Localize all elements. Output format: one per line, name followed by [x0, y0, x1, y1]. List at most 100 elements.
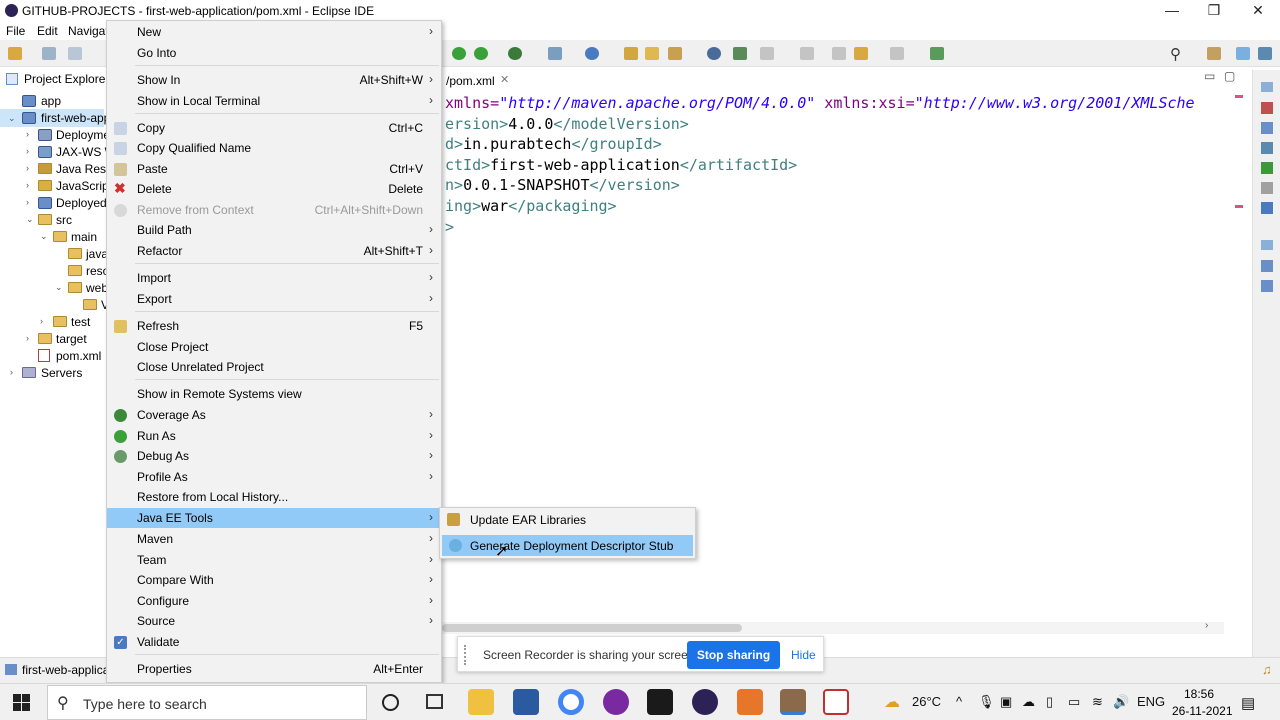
new-icon[interactable]: [8, 47, 22, 60]
tree-item-main[interactable]: main: [71, 230, 97, 244]
battery-icon[interactable]: ▭: [1068, 694, 1080, 710]
tor-browser-icon[interactable]: [603, 689, 629, 715]
menu-item-properties[interactable]: Properties Alt+Enter: [107, 659, 441, 679]
menu-item-copy-qualified-name[interactable]: Copy Qualified Name: [107, 138, 441, 158]
expand-chevron-icon[interactable]: ⌄: [55, 282, 63, 293]
menu-item-restore-local-history[interactable]: Restore from Local History...: [107, 487, 441, 507]
task-list-icon[interactable]: [1261, 260, 1273, 272]
debug-perspective-icon[interactable]: [1258, 47, 1272, 60]
menu-item-configure[interactable]: Configure ›: [107, 591, 441, 611]
hide-button[interactable]: Hide: [791, 648, 816, 662]
menu-item-refresh[interactable]: Refresh F5: [107, 316, 441, 336]
warning-marker[interactable]: [1235, 205, 1243, 208]
menu-item-maven[interactable]: Maven ›: [107, 529, 441, 549]
show-hidden-icons-icon[interactable]: ^: [956, 694, 962, 709]
javaee-perspective-icon[interactable]: [1236, 47, 1250, 60]
web-browser-icon[interactable]: [707, 47, 721, 60]
servers-view-icon[interactable]: [1261, 142, 1273, 154]
volume-icon[interactable]: 🔊: [1113, 694, 1129, 710]
menu-item-java-ee-tools[interactable]: Java EE Tools ›: [107, 508, 441, 528]
forward-icon[interactable]: [890, 47, 904, 60]
properties-view-icon[interactable]: [1261, 122, 1273, 134]
collapse-chevron-icon[interactable]: ›: [40, 316, 43, 326]
collapse-chevron-icon[interactable]: ›: [26, 333, 29, 343]
tree-item-java-resources[interactable]: Java Reso: [56, 162, 113, 176]
tree-item-src[interactable]: src: [56, 213, 72, 227]
onedrive-icon[interactable]: ☁: [1022, 694, 1035, 710]
next-annotation-icon[interactable]: [760, 47, 774, 60]
tree-item-webapp[interactable]: web: [86, 281, 108, 295]
editor-tab[interactable]: /pom.xml ✕: [440, 69, 520, 91]
code-line-6[interactable]: ing>war</packaging>: [445, 197, 617, 215]
code-line-7[interactable]: >: [445, 218, 454, 236]
screen-recorder-icon[interactable]: [823, 689, 849, 715]
save-all-icon[interactable]: [68, 47, 82, 60]
eclipse-ee-icon[interactable]: [780, 689, 806, 715]
collapse-chevron-icon[interactable]: ›: [26, 180, 29, 190]
tree-item-app[interactable]: app: [41, 94, 61, 108]
menu-item-export[interactable]: Export ›: [107, 289, 441, 309]
menu-item-delete[interactable]: ✖ Delete Delete: [107, 179, 441, 199]
clock-date[interactable]: 26-11-2021: [1172, 704, 1233, 718]
save-icon[interactable]: [42, 47, 56, 60]
menu-item-show-remote-systems[interactable]: Show in Remote Systems view: [107, 384, 441, 404]
restore-view-icon[interactable]: [1261, 240, 1273, 250]
code-line-3[interactable]: d>in.purabtech</groupId>: [445, 135, 662, 153]
chrome-icon[interactable]: [558, 689, 584, 715]
clock-time[interactable]: 18:56: [1184, 687, 1214, 701]
open-folder-icon[interactable]: [645, 47, 659, 60]
store-icon[interactable]: [513, 689, 539, 715]
minimize-button[interactable]: —: [1150, 0, 1194, 21]
menu-item-profile-as[interactable]: Profile As ›: [107, 467, 441, 487]
wifi-icon[interactable]: ≋: [1092, 694, 1103, 710]
task-view-icon[interactable]: [426, 694, 443, 709]
menu-item-copy[interactable]: Copy Ctrl+C: [107, 118, 441, 138]
outline-icon[interactable]: [1261, 280, 1273, 292]
error-marker[interactable]: [1235, 95, 1243, 98]
menu-edit[interactable]: Edit: [37, 24, 58, 38]
tree-item-first-web-application[interactable]: first-web-app: [41, 111, 110, 125]
scroll-right-icon[interactable]: ›: [1205, 620, 1208, 631]
menu-item-run-as[interactable]: Run As ›: [107, 426, 441, 446]
code-line-2[interactable]: ersion>4.0.0</modelVersion>: [445, 115, 689, 133]
code-line-5[interactable]: n>0.0.1-SNAPSHOT</version>: [445, 176, 680, 194]
open-perspective-icon[interactable]: [1207, 47, 1221, 60]
weather-temperature[interactable]: 26°C: [912, 694, 941, 709]
intellij-icon[interactable]: [647, 689, 673, 715]
tree-item-servers[interactable]: Servers: [41, 366, 82, 380]
collapse-chevron-icon[interactable]: ›: [26, 129, 29, 139]
close-tab-icon[interactable]: ✕: [500, 73, 509, 86]
meet-now-icon[interactable]: ▣: [1000, 694, 1012, 710]
data-source-view-icon[interactable]: [1261, 162, 1273, 174]
menu-item-refactor[interactable]: Refactor Alt+Shift+T ›: [107, 241, 441, 261]
project-explorer-title[interactable]: Project Explorer: [24, 72, 109, 86]
menu-item-new[interactable]: New ›: [107, 22, 441, 42]
menu-item-import[interactable]: Import ›: [107, 268, 441, 288]
console-view-icon[interactable]: [1261, 202, 1273, 214]
menu-item-source[interactable]: Source ›: [107, 611, 441, 631]
collapse-chevron-icon[interactable]: ›: [26, 146, 29, 156]
search-icon[interactable]: ⚲: [1170, 45, 1181, 63]
last-edit-icon[interactable]: [800, 47, 814, 60]
menu-item-coverage-as[interactable]: Coverage As ›: [107, 405, 441, 425]
microphone-icon[interactable]: 🎙: [978, 694, 995, 710]
taskbar-search-box[interactable]: ⚲ Type here to search: [47, 685, 367, 720]
collapse-chevron-icon[interactable]: ›: [10, 367, 13, 377]
scrollbar-thumb[interactable]: [442, 624, 742, 632]
menu-item-go-into[interactable]: Go Into: [107, 43, 441, 63]
tree-item-target[interactable]: target: [56, 332, 87, 346]
menu-item-show-local-terminal[interactable]: Show in Local Terminal ›: [107, 91, 441, 111]
minimize-view-icon[interactable]: ▭: [1204, 69, 1215, 83]
menu-item-paste[interactable]: Paste Ctrl+V: [107, 159, 441, 179]
notification-icon[interactable]: ♫: [1262, 662, 1272, 677]
xampp-icon[interactable]: [737, 689, 763, 715]
tree-item-java[interactable]: java: [86, 247, 108, 261]
menu-navigate[interactable]: Navigat: [68, 24, 109, 38]
collapse-chevron-icon[interactable]: ›: [26, 163, 29, 173]
new-java-icon[interactable]: [585, 47, 599, 60]
notification-center-icon[interactable]: ▤: [1241, 694, 1255, 712]
coverage-icon[interactable]: [508, 47, 522, 60]
tree-item-deployed[interactable]: Deployed: [56, 196, 107, 210]
server-icon[interactable]: [548, 47, 562, 60]
menu-item-debug-as[interactable]: Debug As ›: [107, 446, 441, 466]
